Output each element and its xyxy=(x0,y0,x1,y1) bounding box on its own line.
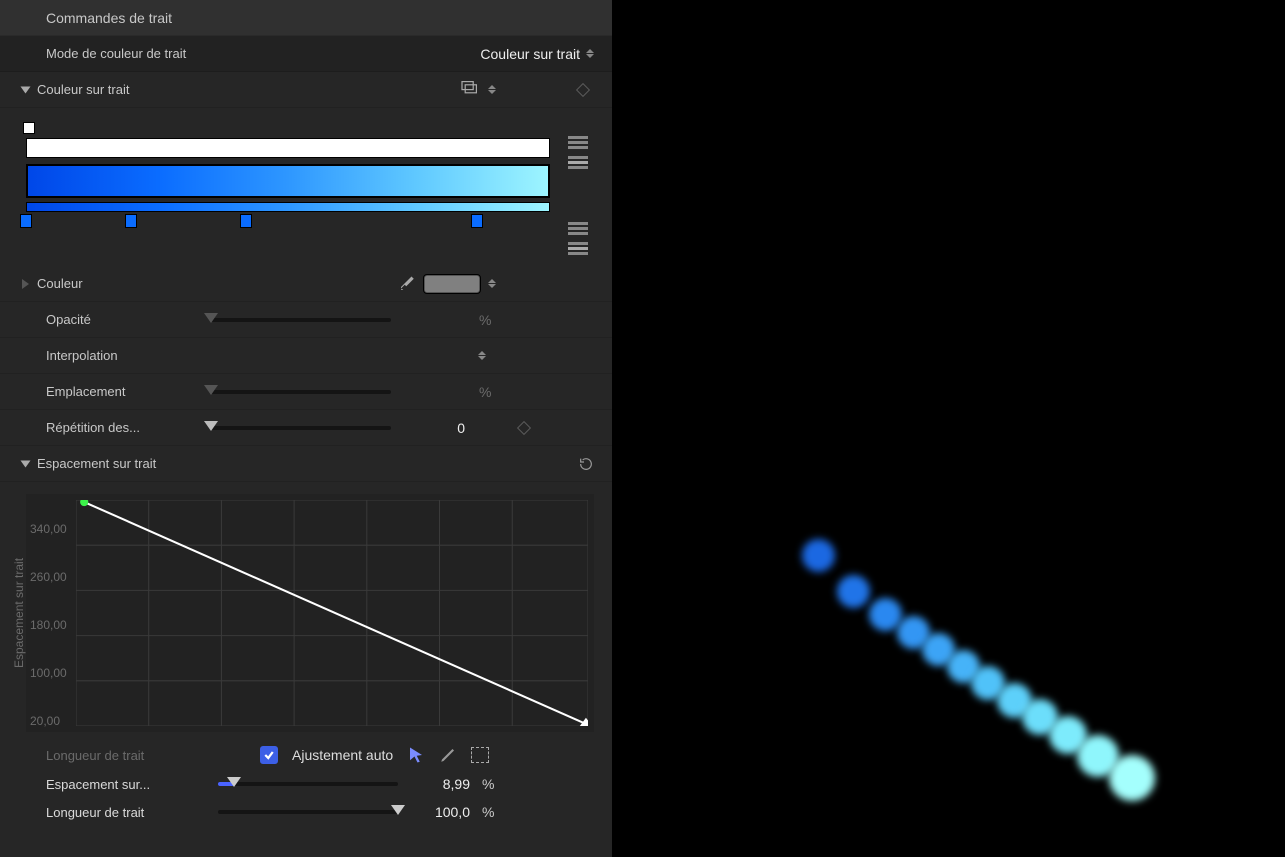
section-color-over-stroke[interactable]: Couleur sur trait xyxy=(0,72,612,108)
graph-tool-row: Longueur de trait Ajustement auto xyxy=(0,740,612,770)
length-slider[interactable] xyxy=(218,810,398,814)
row-interpolation: Interpolation xyxy=(0,338,612,374)
distribute-variant-icon[interactable] xyxy=(568,156,588,170)
marquee-icon[interactable] xyxy=(471,747,489,763)
row-length-param[interactable]: Longueur de trait 100,0 % xyxy=(0,798,612,826)
canvas-preview xyxy=(612,0,1285,857)
color-label: Couleur xyxy=(37,276,202,291)
spacing-over-label: Espacement sur trait xyxy=(37,456,202,471)
percent-sign: % xyxy=(482,804,494,820)
opacity-strip[interactable] xyxy=(26,138,550,158)
header-title: Commandes de trait xyxy=(46,10,211,26)
opacity-label: Opacité xyxy=(46,312,211,327)
popup-chevrons-icon xyxy=(586,49,594,58)
distribute-evenly-icon[interactable] xyxy=(568,222,588,236)
percent-sign: % xyxy=(482,776,494,792)
row-opacity: Opacité % xyxy=(0,302,612,338)
keyframe-icon[interactable] xyxy=(576,82,590,96)
reset-icon[interactable] xyxy=(578,456,594,472)
spacing-value[interactable]: 8,99 xyxy=(410,776,470,792)
gradient-stop[interactable] xyxy=(20,214,32,228)
row-repetition[interactable]: Répétition des... 0 xyxy=(0,410,612,446)
stroke-mode-value: Couleur sur trait xyxy=(480,46,580,62)
popup-chevrons-icon[interactable] xyxy=(488,85,496,94)
graph-y-ticks: 340,00 260,00 180,00 100,00 20,00 xyxy=(30,494,74,732)
cursor-icon[interactable] xyxy=(407,746,425,764)
percent-sign: % xyxy=(479,384,491,400)
eyedropper-icon[interactable] xyxy=(398,275,416,293)
distribute-evenly-icon[interactable] xyxy=(568,136,588,150)
inspector-panel: Commandes de trait Mode de couleur de tr… xyxy=(0,0,612,857)
brush-dot xyxy=(869,598,902,631)
gradient-side-tools xyxy=(568,122,590,256)
stack-icon[interactable] xyxy=(460,80,480,99)
spacing-graph: Espacement sur trait 340,00 260,00 180,0… xyxy=(0,482,612,740)
row-stroke-color-mode[interactable]: Mode de couleur de trait Couleur sur tra… xyxy=(0,36,612,72)
color-swatch[interactable] xyxy=(424,275,480,293)
gradient-stops-row xyxy=(26,214,550,230)
disclosure-triangle-icon[interactable] xyxy=(21,86,31,93)
keyframe-icon[interactable] xyxy=(517,420,531,434)
stroke-length-label: Longueur de trait xyxy=(46,748,246,763)
repetition-label: Répétition des... xyxy=(46,420,211,435)
brush-dot xyxy=(837,575,870,608)
distribute-variant-icon[interactable] xyxy=(568,242,588,256)
location-slider[interactable] xyxy=(211,390,391,394)
pencil-icon[interactable] xyxy=(439,746,457,764)
repetition-slider[interactable] xyxy=(211,426,391,430)
opacity-slider[interactable] xyxy=(211,318,391,322)
graph-y-axis-label: Espacement sur trait xyxy=(12,494,26,732)
interpolation-label: Interpolation xyxy=(46,348,211,363)
auto-fit-label: Ajustement auto xyxy=(292,747,393,763)
gradient-editor xyxy=(0,108,612,266)
row-color: Couleur xyxy=(0,266,612,302)
spacing-param-label: Espacement sur... xyxy=(46,777,206,792)
color-over-label: Couleur sur trait xyxy=(37,82,202,97)
brush-dot xyxy=(1109,755,1155,801)
stroke-mode-label: Mode de couleur de trait xyxy=(46,46,211,61)
gradient-stop[interactable] xyxy=(125,214,137,228)
spacing-slider[interactable] xyxy=(218,782,398,786)
auto-fit-checkbox[interactable] xyxy=(260,746,278,764)
length-value[interactable]: 100,0 xyxy=(410,804,470,820)
section-spacing-over-stroke[interactable]: Espacement sur trait xyxy=(0,446,612,482)
section-stroke-controls: Commandes de trait xyxy=(0,0,612,36)
repetition-value[interactable]: 0 xyxy=(405,420,465,436)
gradient-preview-strip xyxy=(26,202,550,212)
row-location: Emplacement % xyxy=(0,374,612,410)
popup-chevrons-icon[interactable] xyxy=(478,351,486,360)
opacity-handle[interactable] xyxy=(23,122,35,134)
disclosure-triangle-icon[interactable] xyxy=(21,460,31,467)
popup-chevrons-icon[interactable] xyxy=(488,279,496,288)
location-label: Emplacement xyxy=(46,384,211,399)
gradient-stop[interactable] xyxy=(471,214,483,228)
disclosure-triangle-icon[interactable] xyxy=(22,279,29,289)
stroke-mode-popup[interactable]: Couleur sur trait xyxy=(480,46,594,62)
percent-sign: % xyxy=(479,312,491,328)
gradient-stop[interactable] xyxy=(240,214,252,228)
length-param-label: Longueur de trait xyxy=(46,805,206,820)
row-spacing-param[interactable]: Espacement sur... 8,99 % xyxy=(0,770,612,798)
gradient-strip[interactable] xyxy=(26,164,550,198)
brush-dot xyxy=(802,539,835,572)
graph-area[interactable]: 340,00 260,00 180,00 100,00 20,00 xyxy=(26,494,594,732)
